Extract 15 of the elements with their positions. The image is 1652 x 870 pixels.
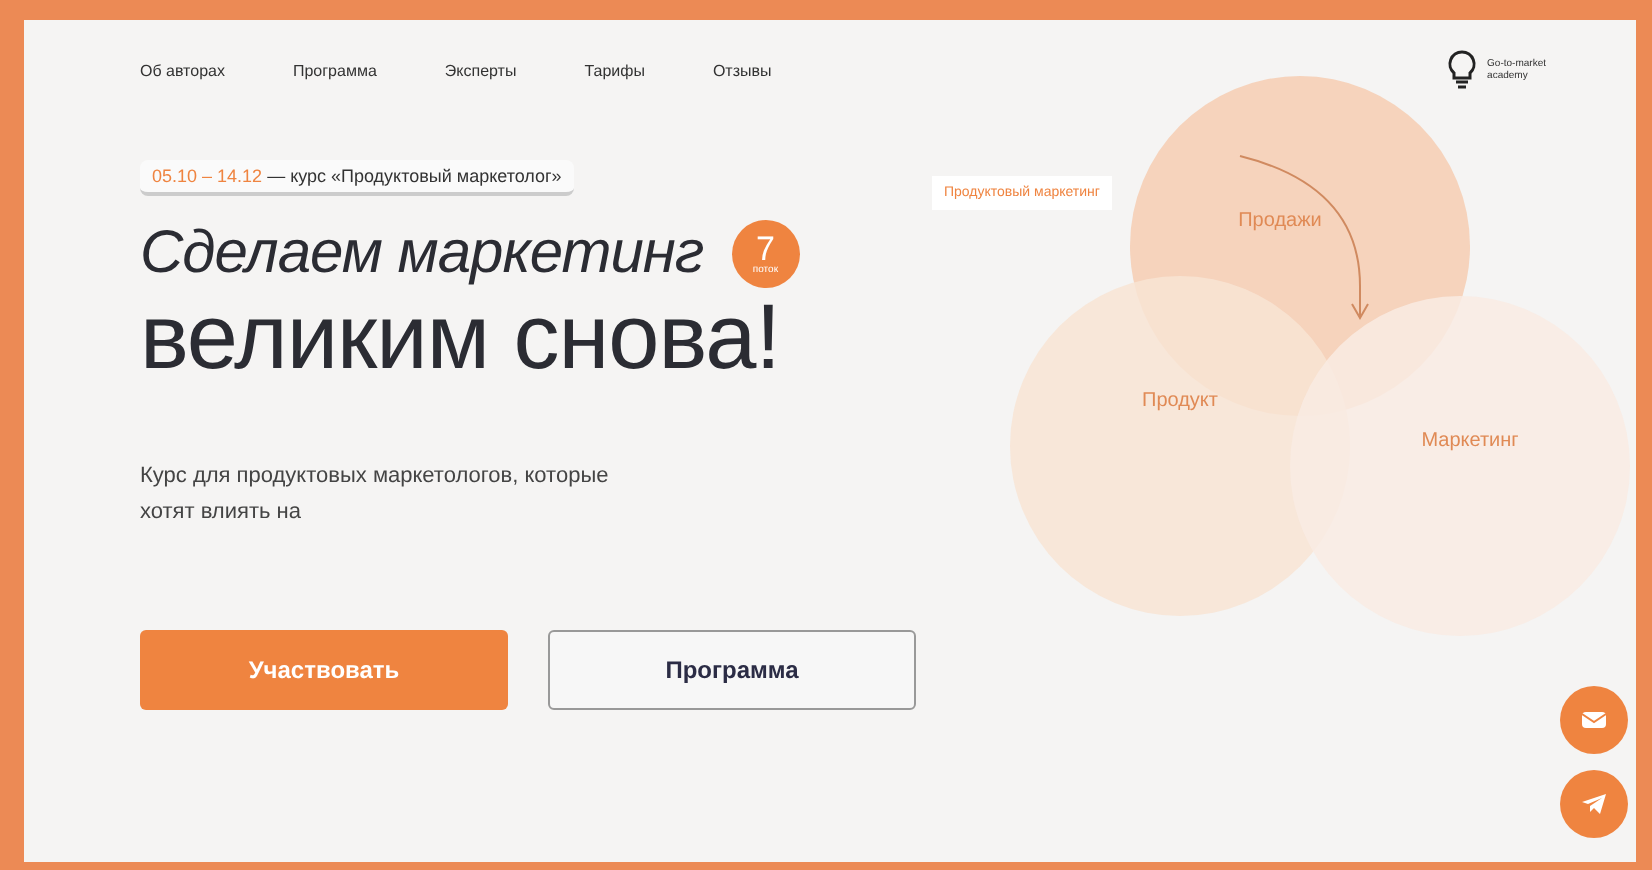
headline: великим снова!: [140, 288, 783, 385]
telegram-button[interactable]: [1560, 770, 1628, 838]
envelope-icon: [1580, 710, 1608, 730]
nav-link[interactable]: Отзывы: [712, 61, 772, 79]
headline: Сделаем маркетинг: [140, 220, 704, 288]
subtitle: Курс для продуктовых маркетологов, которые хотят влиять на: [140, 462, 611, 528]
paper-plane-icon: [1580, 792, 1608, 816]
nav-link[interactable]: Эксперты: [444, 61, 517, 79]
mail-button[interactable]: [1560, 686, 1628, 754]
nav-link[interactable]: Об авторах: [140, 61, 225, 79]
nav-link[interactable]: Программа: [292, 61, 377, 79]
lightbulb-icon: [1443, 48, 1480, 92]
program-button[interactable]: Программа: [548, 630, 916, 711]
course-tag: 05.10 – 14.12 — курс «Продуктовый маркетолог»: [140, 160, 574, 196]
nav-link[interactable]: Тарифы: [584, 61, 645, 79]
